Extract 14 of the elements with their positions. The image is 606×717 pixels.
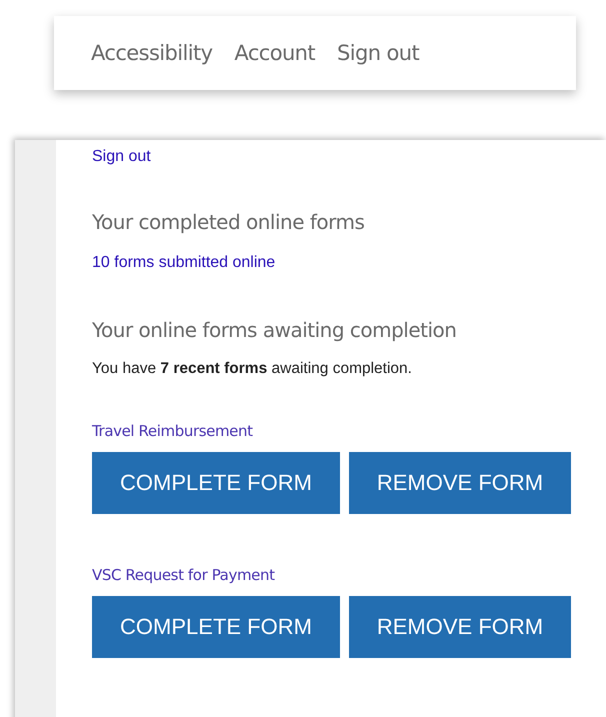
section-heading: Your completed online forms [92,210,364,234]
form-action-button[interactable]: COMPLETE FORM [92,596,340,658]
sign-out-link[interactable]: Sign out [92,148,151,166]
submitted-forms-link[interactable]: 10 forms submitted online [92,254,276,272]
nav-link[interactable]: Account [234,41,316,65]
form-action-button[interactable]: REMOVE FORM [349,596,571,658]
form-action-button[interactable]: COMPLETE FORM [92,452,340,514]
form-action-button[interactable]: REMOVE FORM [349,452,571,514]
nav-link[interactable]: Accessibility [91,41,212,65]
summary-text: You have 7 recent forms awaiting completion. [92,360,412,378]
section-heading: Your online forms awaiting completion [92,318,456,342]
nav-link[interactable]: Sign out [337,41,420,65]
form-title-link[interactable]: VSC Request for Payment [92,566,571,584]
form-title-link[interactable]: Travel Reimbursement [92,422,571,440]
